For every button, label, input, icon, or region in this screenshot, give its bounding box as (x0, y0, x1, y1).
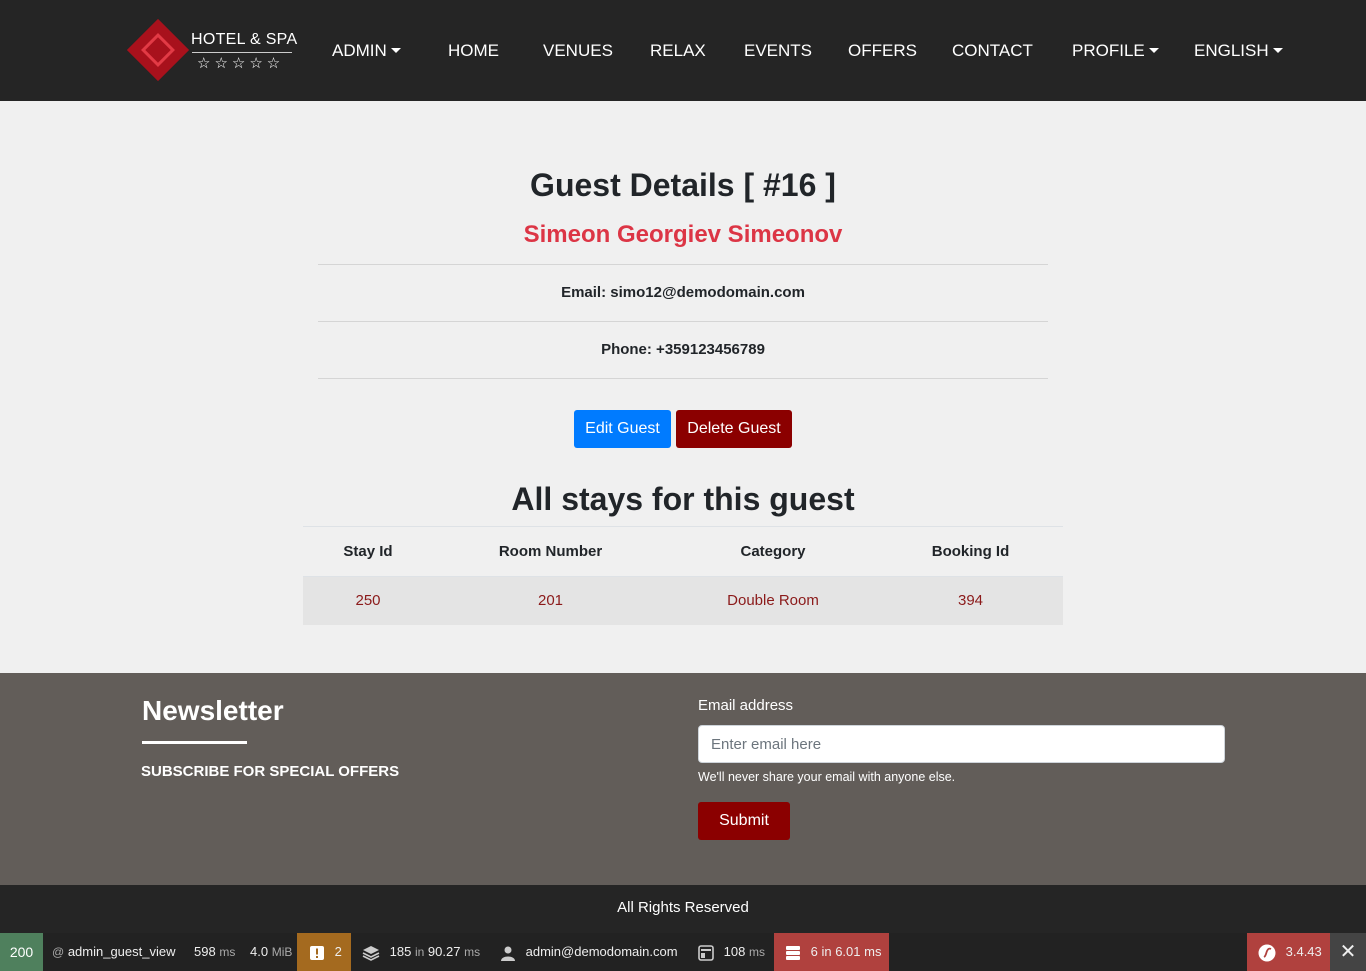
database-panel[interactable]: 6 in 6.01 ms (774, 933, 889, 971)
cache-count: 185 (389, 944, 412, 959)
newsletter-title: Newsletter (142, 695, 284, 726)
database-icon (786, 945, 800, 960)
nav-home[interactable]: HOME (448, 40, 499, 62)
nav-profile-dropdown[interactable]: PROFILE (1072, 40, 1159, 62)
cell-stay-id: 250 (303, 576, 433, 625)
status-code-badge[interactable]: 200 (0, 933, 43, 971)
twig-panel[interactable]: 108 ms (698, 933, 765, 971)
memory-usage[interactable]: 4.0 MiB (250, 933, 292, 971)
version-number: 3.4.43 (1285, 944, 1322, 959)
stays-section-title: All stays for this guest (511, 481, 855, 517)
cell-category: Double Room (668, 576, 878, 625)
cache-in: in (414, 945, 425, 959)
warnings-panel[interactable]: 2 (297, 933, 351, 971)
table-header-row: Stay Id Room Number Category Booking Id (303, 526, 1063, 577)
email-help-text: We'll never share your email with anyone… (698, 770, 956, 784)
request-time[interactable]: 598 ms (194, 933, 235, 971)
nav-language-label: ENGLISH (1194, 41, 1269, 60)
twig-time: 108 (723, 944, 746, 959)
warning-icon (310, 945, 324, 960)
caret-down-icon (1148, 48, 1159, 53)
template-icon (698, 944, 714, 961)
debug-toolbar: 200 @ admin_guest_view 598 ms 4.0 MiB 2 … (0, 933, 1366, 971)
column-header-stay-id: Stay Id (303, 526, 433, 577)
divider (318, 321, 1048, 322)
page-title: Guest Details [ #16 ] (530, 167, 836, 203)
newsletter-underline (142, 741, 247, 744)
nav-admin-dropdown[interactable]: ADMIN (332, 40, 401, 62)
email-input[interactable] (698, 725, 1225, 763)
nav-contact[interactable]: CONTACT (952, 40, 1033, 62)
navbar: HOTEL & SPA ☆☆☆☆☆ ADMIN HOME VENUES RELA… (0, 0, 1366, 101)
guest-email: Email: simo12@demodomain.com (561, 284, 805, 301)
symfony-icon (1258, 944, 1276, 962)
nav-language-dropdown[interactable]: ENGLISH (1194, 40, 1283, 62)
route-at-label: @ (52, 945, 65, 959)
brand-logo[interactable]: HOTEL & SPA ☆☆☆☆☆ (126, 18, 298, 82)
edit-guest-button[interactable]: Edit Guest (574, 410, 671, 448)
guest-phone: Phone: +359123456789 (601, 341, 765, 358)
delete-guest-button[interactable]: Delete Guest (676, 410, 792, 448)
memory-value: 4.0 (250, 944, 269, 959)
divider (318, 378, 1048, 379)
symfony-version[interactable]: 3.4.43 (1247, 933, 1330, 971)
divider (318, 264, 1048, 265)
database-queries: 6 in 6.01 ms (810, 944, 882, 959)
column-header-room-number: Room Number (433, 526, 668, 577)
twig-unit: ms (748, 945, 765, 959)
layers-icon (362, 945, 380, 961)
nav-events[interactable]: EVENTS (744, 40, 812, 62)
brand-stars: ☆☆☆☆☆ (197, 55, 285, 72)
nav-venues[interactable]: VENUES (543, 40, 613, 62)
newsletter-footer: Newsletter SUBSCRIBE FOR SPECIAL OFFERS … (0, 673, 1366, 885)
cache-panel[interactable]: 185 in 90.27 ms (362, 933, 480, 971)
brand-name: HOTEL & SPA (191, 31, 298, 48)
caret-down-icon (390, 48, 401, 53)
cache-time: 90.27 (427, 944, 461, 959)
column-header-category: Category (668, 526, 878, 577)
user-panel[interactable]: admin@demodomain.com (500, 933, 678, 971)
nav-offers[interactable]: OFFERS (848, 40, 917, 62)
stays-table: Stay Id Room Number Category Booking Id … (303, 526, 1063, 625)
copyright: All Rights Reserved (0, 885, 1366, 933)
route-info[interactable]: @ admin_guest_view (52, 933, 176, 971)
user-icon (501, 946, 515, 961)
warnings-count: 2 (334, 944, 342, 959)
newsletter-subtitle: SUBSCRIBE FOR SPECIAL OFFERS (141, 763, 400, 780)
memory-unit: MiB (271, 945, 293, 959)
table-row: 250 201 Double Room 394 (303, 576, 1063, 625)
cache-unit: ms (464, 945, 481, 959)
caret-down-icon (1272, 48, 1283, 53)
email-label: Email address (698, 697, 794, 714)
cell-room-number: 201 (433, 576, 668, 625)
nav-profile-label: PROFILE (1072, 41, 1145, 60)
route-name: admin_guest_view (67, 944, 176, 959)
cell-booking-id: 394 (878, 576, 1063, 625)
nav-admin-label: ADMIN (332, 41, 387, 60)
user-email: admin@demodomain.com (525, 944, 678, 959)
nav-relax[interactable]: RELAX (650, 40, 706, 62)
submit-button[interactable]: Submit (698, 802, 790, 840)
guest-name: Simeon Georgiev Simeonov (523, 221, 843, 248)
time-value: 598 (194, 944, 216, 959)
logo-divider (192, 52, 292, 53)
column-header-booking-id: Booking Id (878, 526, 1063, 577)
close-toolbar-icon[interactable]: ✕ (1330, 933, 1366, 971)
time-unit: ms (219, 945, 236, 959)
